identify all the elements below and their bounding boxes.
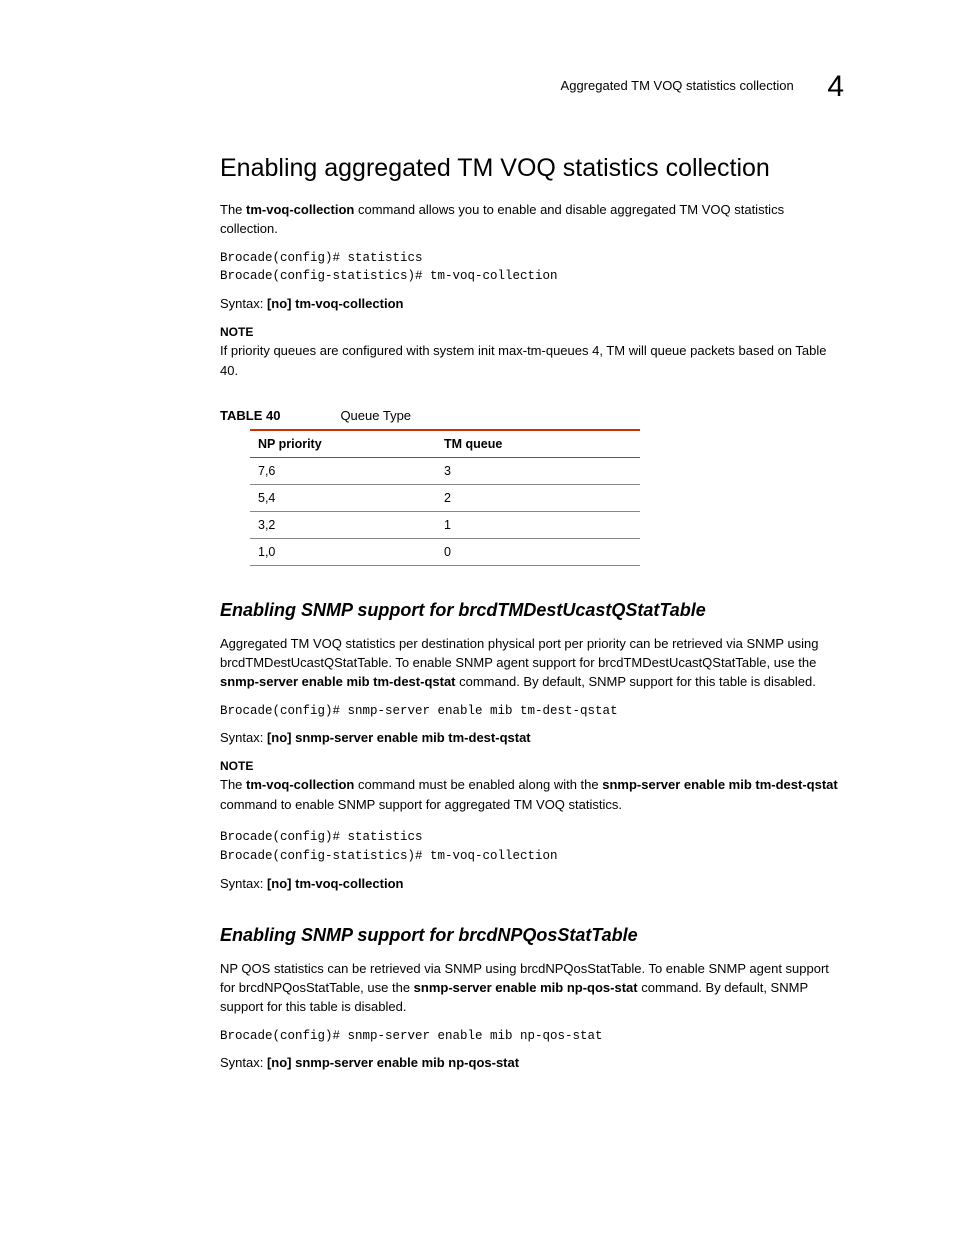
- running-header: Aggregated TM VOQ statistics collection …: [220, 70, 844, 104]
- code-block: Brocade(config)# snmp-server enable mib …: [220, 1027, 844, 1046]
- page: Aggregated TM VOQ statistics collection …: [0, 0, 954, 1144]
- inline-command: tm-voq-collection: [246, 777, 354, 792]
- inline-command: tm-voq-collection: [246, 202, 354, 217]
- syntax-line: Syntax: [no] tm-voq-collection: [220, 876, 844, 891]
- syntax-line: Syntax: [no] tm-voq-collection: [220, 296, 844, 311]
- inline-command: snmp-server enable mib np-qos-stat: [414, 980, 638, 995]
- note-label: NOTE: [220, 325, 844, 339]
- table-row: 7,6 3: [250, 458, 640, 485]
- subsection-heading: Enabling SNMP support for brcdTMDestUcas…: [220, 600, 844, 621]
- chapter-number: 4: [827, 70, 844, 103]
- intro-paragraph: The tm-voq-collection command allows you…: [220, 201, 844, 239]
- note-body: If priority queues are configured with s…: [220, 341, 844, 380]
- queue-type-table: NP priority TM queue 7,6 3 5,4 2 3,2 1 1…: [250, 429, 640, 566]
- note-label: NOTE: [220, 759, 844, 773]
- table-row: 3,2 1: [250, 512, 640, 539]
- syntax-line: Syntax: [no] snmp-server enable mib np-q…: [220, 1055, 844, 1070]
- section-heading: Enabling aggregated TM VOQ statistics co…: [220, 154, 844, 183]
- inline-command: snmp-server enable mib tm-dest-qstat: [220, 674, 456, 689]
- col-header: TM queue: [436, 430, 640, 458]
- note-body: The tm-voq-collection command must be en…: [220, 775, 844, 814]
- body-paragraph: Aggregated TM VOQ statistics per destina…: [220, 635, 844, 692]
- subsection-heading: Enabling SNMP support for brcdNPQosStatT…: [220, 925, 844, 946]
- code-block: Brocade(config)# statistics Brocade(conf…: [220, 828, 844, 866]
- table-header-row: NP priority TM queue: [250, 430, 640, 458]
- table-caption: TABLE 40 Queue Type: [220, 408, 844, 423]
- code-block: Brocade(config)# snmp-server enable mib …: [220, 702, 844, 721]
- table-label: TABLE 40: [220, 408, 280, 423]
- table-row: 5,4 2: [250, 485, 640, 512]
- running-title: Aggregated TM VOQ statistics collection: [561, 78, 794, 93]
- col-header: NP priority: [250, 430, 436, 458]
- table-row: 1,0 0: [250, 539, 640, 566]
- table-title: Queue Type: [340, 408, 411, 423]
- body-paragraph: NP QOS statistics can be retrieved via S…: [220, 960, 844, 1017]
- inline-command: snmp-server enable mib tm-dest-qstat: [602, 777, 838, 792]
- syntax-line: Syntax: [no] snmp-server enable mib tm-d…: [220, 730, 844, 745]
- code-block: Brocade(config)# statistics Brocade(conf…: [220, 249, 844, 287]
